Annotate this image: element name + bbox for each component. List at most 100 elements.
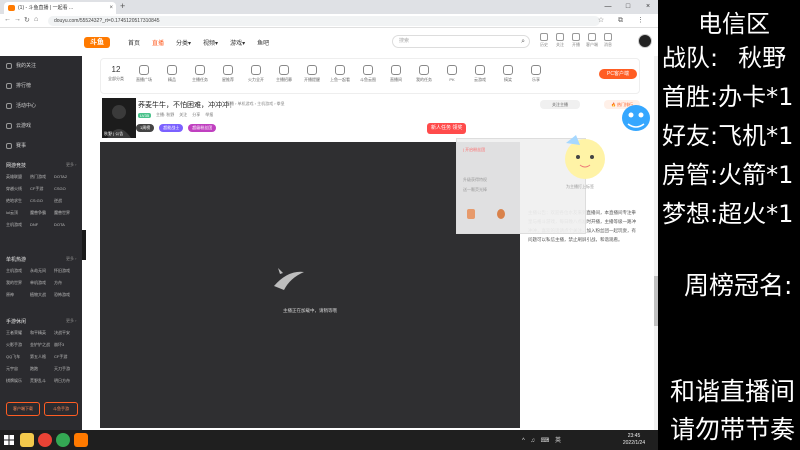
sidebar-link[interactable]: CF手游 (54, 354, 78, 360)
history-icon[interactable]: 历史 (538, 33, 550, 48)
nav-home[interactable]: 首页 (128, 38, 140, 47)
room-breadcrumb[interactable]: 直播 › 单机游戏 › 主机游戏 › 拳皇 (226, 101, 285, 107)
sidebar-link[interactable]: 明日方舟 (54, 378, 78, 384)
category-item[interactable]: 主播招募 (273, 65, 295, 83)
user-avatar[interactable] (638, 34, 652, 48)
category-item[interactable]: 搞笑 (497, 65, 519, 83)
category-item[interactable]: 乐享 (525, 65, 547, 83)
system-tray[interactable]: ^ ♫ ⌨ 英 (522, 435, 563, 444)
sidebar-link[interactable]: DOTA2 (54, 174, 78, 180)
nav-video[interactable]: 视频▾ (203, 38, 218, 47)
douyu-logo[interactable]: 斗鱼 (84, 37, 110, 48)
follow-anchor-chip[interactable]: 关注主播 (540, 100, 580, 109)
sidebar-link[interactable]: 金铲铲之战 (30, 342, 54, 348)
url-field[interactable]: douyu.com/5552432?_rt=0.1745120517310845 (48, 16, 600, 26)
category-item[interactable]: 火力全开 (245, 65, 267, 83)
douyu-app-icon[interactable] (74, 433, 88, 447)
sidebar-link[interactable]: DNF (30, 222, 54, 228)
nav-yuba[interactable]: 鱼吧 (257, 38, 269, 47)
sidebar-link[interactable]: QQ飞车 (6, 354, 30, 360)
sidebar-link[interactable]: 跑跑 (30, 366, 54, 372)
sidebar-link[interactable]: 决战平安 (54, 330, 78, 336)
sidebar-link[interactable]: 热门游戏 (30, 174, 54, 180)
category-item[interactable]: 精品 (161, 65, 183, 83)
browser-tab[interactable]: (1) - 斗鱼直播 | 一起看 ... × (4, 2, 116, 14)
sidebar-link[interactable]: 魔兽争霸 (30, 210, 54, 216)
sidebar-link[interactable]: 王者荣耀 (6, 330, 30, 336)
search-icon[interactable]: ⌕ (521, 36, 525, 47)
pc-client-chip[interactable]: PC客户端 (599, 69, 637, 79)
sidebar-link[interactable]: 怀旧游戏 (54, 268, 78, 274)
sidebar-link[interactable]: 单机游戏 (30, 280, 54, 286)
sidebar-link[interactable]: lol云顶 (6, 210, 30, 216)
sidebar-link[interactable]: 方舟 (54, 280, 78, 286)
sidebar-link[interactable]: 荒野乱斗 (30, 378, 54, 384)
sidebar-link[interactable]: 第五人格 (30, 354, 54, 360)
broadcast-icon[interactable]: 开播 (570, 33, 582, 48)
sidebar-collapse-handle[interactable] (82, 230, 86, 260)
category-item[interactable]: 星推荐 (217, 65, 239, 83)
browser-icon[interactable] (56, 433, 70, 447)
sidebar-item-events[interactable]: 活动中心 (6, 102, 36, 109)
sidebar-link[interactable]: 我的世界 (6, 280, 30, 286)
sidebar-item-rank[interactable]: 排行榜 (6, 82, 31, 89)
sidebar-link[interactable]: 绝地求生 (6, 198, 30, 204)
sidebar-link[interactable]: 元宇宙 (6, 366, 30, 372)
download-client-button[interactable]: 客户端下载 (6, 402, 40, 416)
sidebar-link[interactable]: CS:GO (30, 198, 54, 204)
forward-icon[interactable]: → (14, 16, 21, 23)
category-item[interactable]: 云游戏 (469, 65, 491, 83)
category-item[interactable]: 直播间 (385, 65, 407, 83)
room-tag[interactable]: 超级粉丝团 (188, 124, 217, 132)
taskbar-clock[interactable]: 23:45 2022/1/24 (614, 433, 654, 447)
sidebar-section-more[interactable]: 更多 › (66, 162, 76, 168)
file-explorer-icon[interactable] (20, 433, 34, 447)
sidebar-link[interactable]: 穿越火线 (6, 186, 30, 192)
room-tag[interactable]: 超能战士 (159, 124, 184, 132)
minimize-button[interactable]: — (598, 0, 618, 14)
sidebar-link[interactable]: 棋牌娱乐 (6, 378, 30, 384)
sidebar-section-more[interactable]: 更多 › (66, 256, 76, 262)
client-icon[interactable]: 客户端 (586, 33, 598, 48)
nav-live[interactable]: 直播 (152, 38, 164, 47)
sidebar-link[interactable]: 逆战 (54, 198, 78, 204)
douyu-fish-icon[interactable] (620, 100, 652, 134)
windows-start-icon[interactable] (4, 435, 14, 445)
room-tag[interactable]: 1周榜 (136, 124, 155, 132)
mobile-game-button[interactable]: 斗鱼手游 (44, 402, 78, 416)
category-item[interactable]: 斗鱼云图 (357, 65, 379, 83)
home-icon[interactable]: ⌂ (34, 16, 38, 23)
sidebar-link[interactable]: 魔兽世界 (54, 210, 78, 216)
category-item[interactable]: PK (441, 65, 463, 82)
follow-icon[interactable]: 关注 (554, 33, 566, 48)
browser-menu-icons[interactable]: ☆ ⧉ ⋮ (598, 16, 650, 25)
sidebar-link[interactable]: 原神 (6, 292, 30, 298)
sidebar-item-cloudgame[interactable]: 云游戏 (6, 122, 31, 129)
nav-games[interactable]: 游戏▾ (230, 38, 245, 47)
follow-link[interactable]: 关注 (179, 112, 187, 118)
reload-icon[interactable]: ↻ (24, 16, 30, 24)
message-icon[interactable]: 消息 (602, 33, 614, 48)
maximize-button[interactable]: □ (618, 0, 638, 14)
sidebar-link[interactable]: 和平精英 (30, 330, 54, 336)
report-link[interactable]: 举报 (205, 112, 213, 118)
sidebar-link[interactable]: 天刀手游 (54, 366, 78, 372)
sidebar-link[interactable]: 崩坏3 (54, 342, 78, 348)
sidebar-link[interactable]: 植物大战 (30, 292, 54, 298)
sidebar-link[interactable]: DOTA (54, 222, 78, 228)
share-link[interactable]: 分享 (192, 112, 200, 118)
sidebar-link[interactable]: 英雄联盟 (6, 174, 30, 180)
search-input[interactable]: 搜索 ⌕ (392, 35, 530, 48)
newbie-task-button[interactable]: 新人任务 领奖 (427, 123, 467, 134)
close-window-button[interactable]: × (638, 0, 658, 14)
category-item[interactable]: 直播广场 (133, 65, 155, 83)
back-icon[interactable]: ← (4, 16, 11, 23)
category-all[interactable]: 12 全部分类 (105, 65, 127, 82)
nav-category[interactable]: 分类▾ (176, 38, 191, 47)
sidebar-link[interactable]: 主机游戏 (6, 268, 30, 274)
sidebar-link[interactable]: CF手游 (30, 186, 54, 192)
chrome-icon[interactable] (38, 433, 52, 447)
sidebar-link[interactable]: 火影手游 (6, 342, 30, 348)
category-item[interactable]: 我的任务 (413, 65, 435, 83)
category-item[interactable]: 主播任务 (189, 65, 211, 83)
